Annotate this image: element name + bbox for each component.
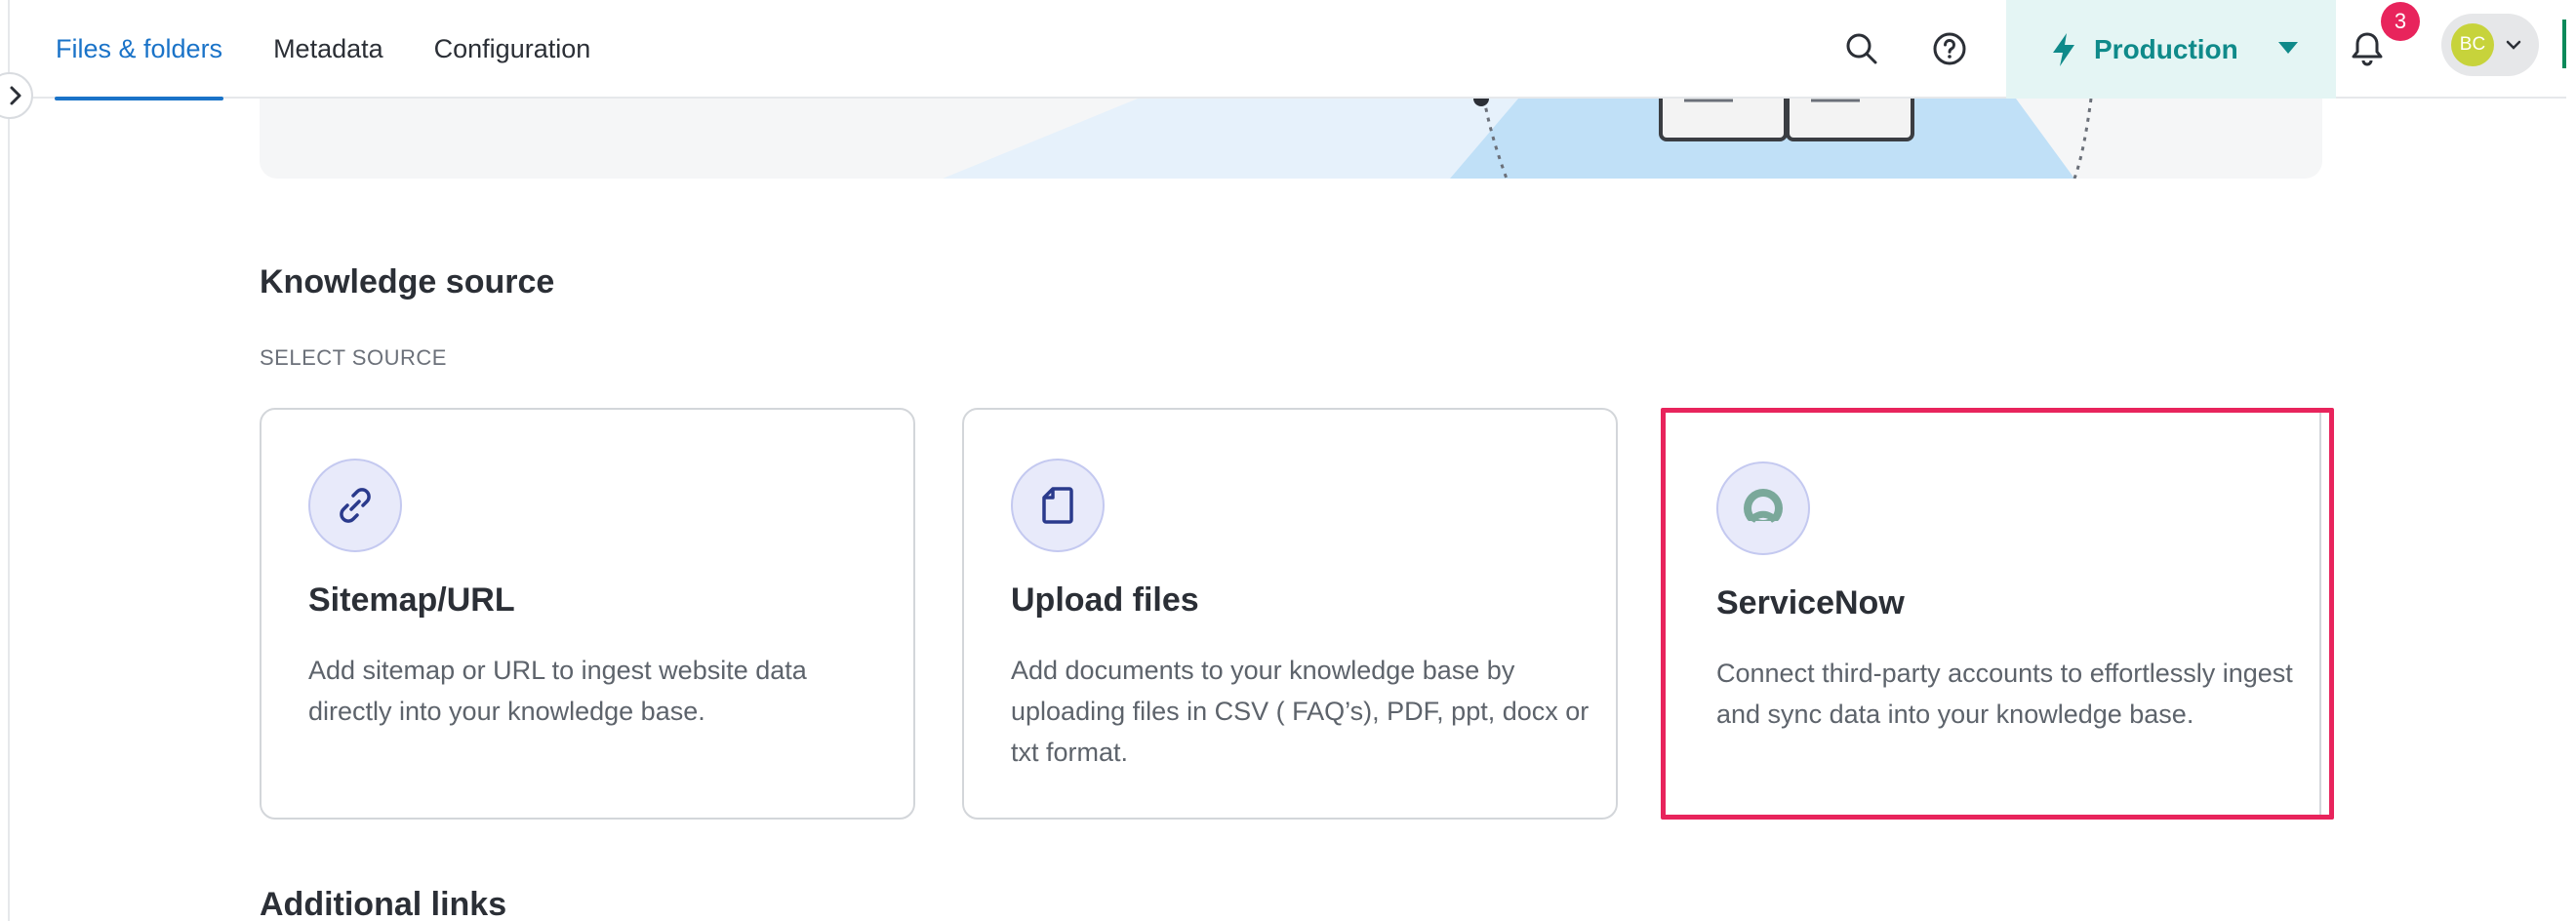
source-card-sitemap[interactable]: Sitemap/URL Add sitemap or URL to ingest… [260, 408, 915, 820]
card-title: ServiceNow [1716, 584, 1905, 621]
section-title: Knowledge source [260, 263, 555, 300]
card-edge [2319, 413, 2321, 815]
card-title: Sitemap/URL [308, 581, 515, 619]
bell-icon [2352, 32, 2383, 66]
help-icon [1933, 32, 1966, 65]
edge-indicator [2562, 20, 2566, 68]
lightning-icon [2053, 32, 2074, 66]
link-icon [308, 459, 402, 552]
additional-links-title: Additional links [260, 886, 507, 921]
left-rail [0, 0, 10, 921]
help-button[interactable] [1922, 21, 1977, 76]
file-icon [1011, 459, 1105, 552]
chevron-right-icon [10, 86, 21, 105]
search-icon [1846, 33, 1877, 64]
search-button[interactable] [1834, 21, 1889, 76]
environment-label: Production [2094, 33, 2238, 64]
tab-files-folders[interactable]: Files & folders [55, 0, 224, 100]
user-menu[interactable]: BC [2441, 14, 2539, 76]
tab-list: Files & folders Metadata Configuration [55, 0, 640, 100]
card-description: Add sitemap or URL to ingest website dat… [308, 656, 807, 726]
section-subtitle: SELECT SOURCE [260, 345, 447, 370]
source-card-upload-files[interactable]: Upload files Add documents to your knowl… [962, 408, 1618, 820]
card-description: Add documents to your knowledge base by … [1011, 656, 1590, 767]
environment-selector[interactable]: Production [2006, 0, 2336, 99]
card-title: Upload files [1011, 581, 1199, 619]
caret-down-icon [2278, 42, 2298, 54]
top-bar: Files & folders Metadata Configuration P… [12, 0, 2566, 100]
tab-metadata[interactable]: Metadata [272, 0, 384, 99]
hero-illustration [260, 99, 2322, 179]
tab-configuration[interactable]: Configuration [433, 0, 592, 99]
source-card-servicenow[interactable]: ServiceNow Connect third-party accounts … [1661, 408, 2334, 820]
notification-badge: 3 [2381, 2, 2420, 41]
servicenow-icon [1716, 461, 1810, 555]
card-description: Connect third-party accounts to effortle… [1716, 659, 2293, 729]
chevron-down-icon [2506, 40, 2521, 50]
avatar: BC [2451, 23, 2494, 66]
